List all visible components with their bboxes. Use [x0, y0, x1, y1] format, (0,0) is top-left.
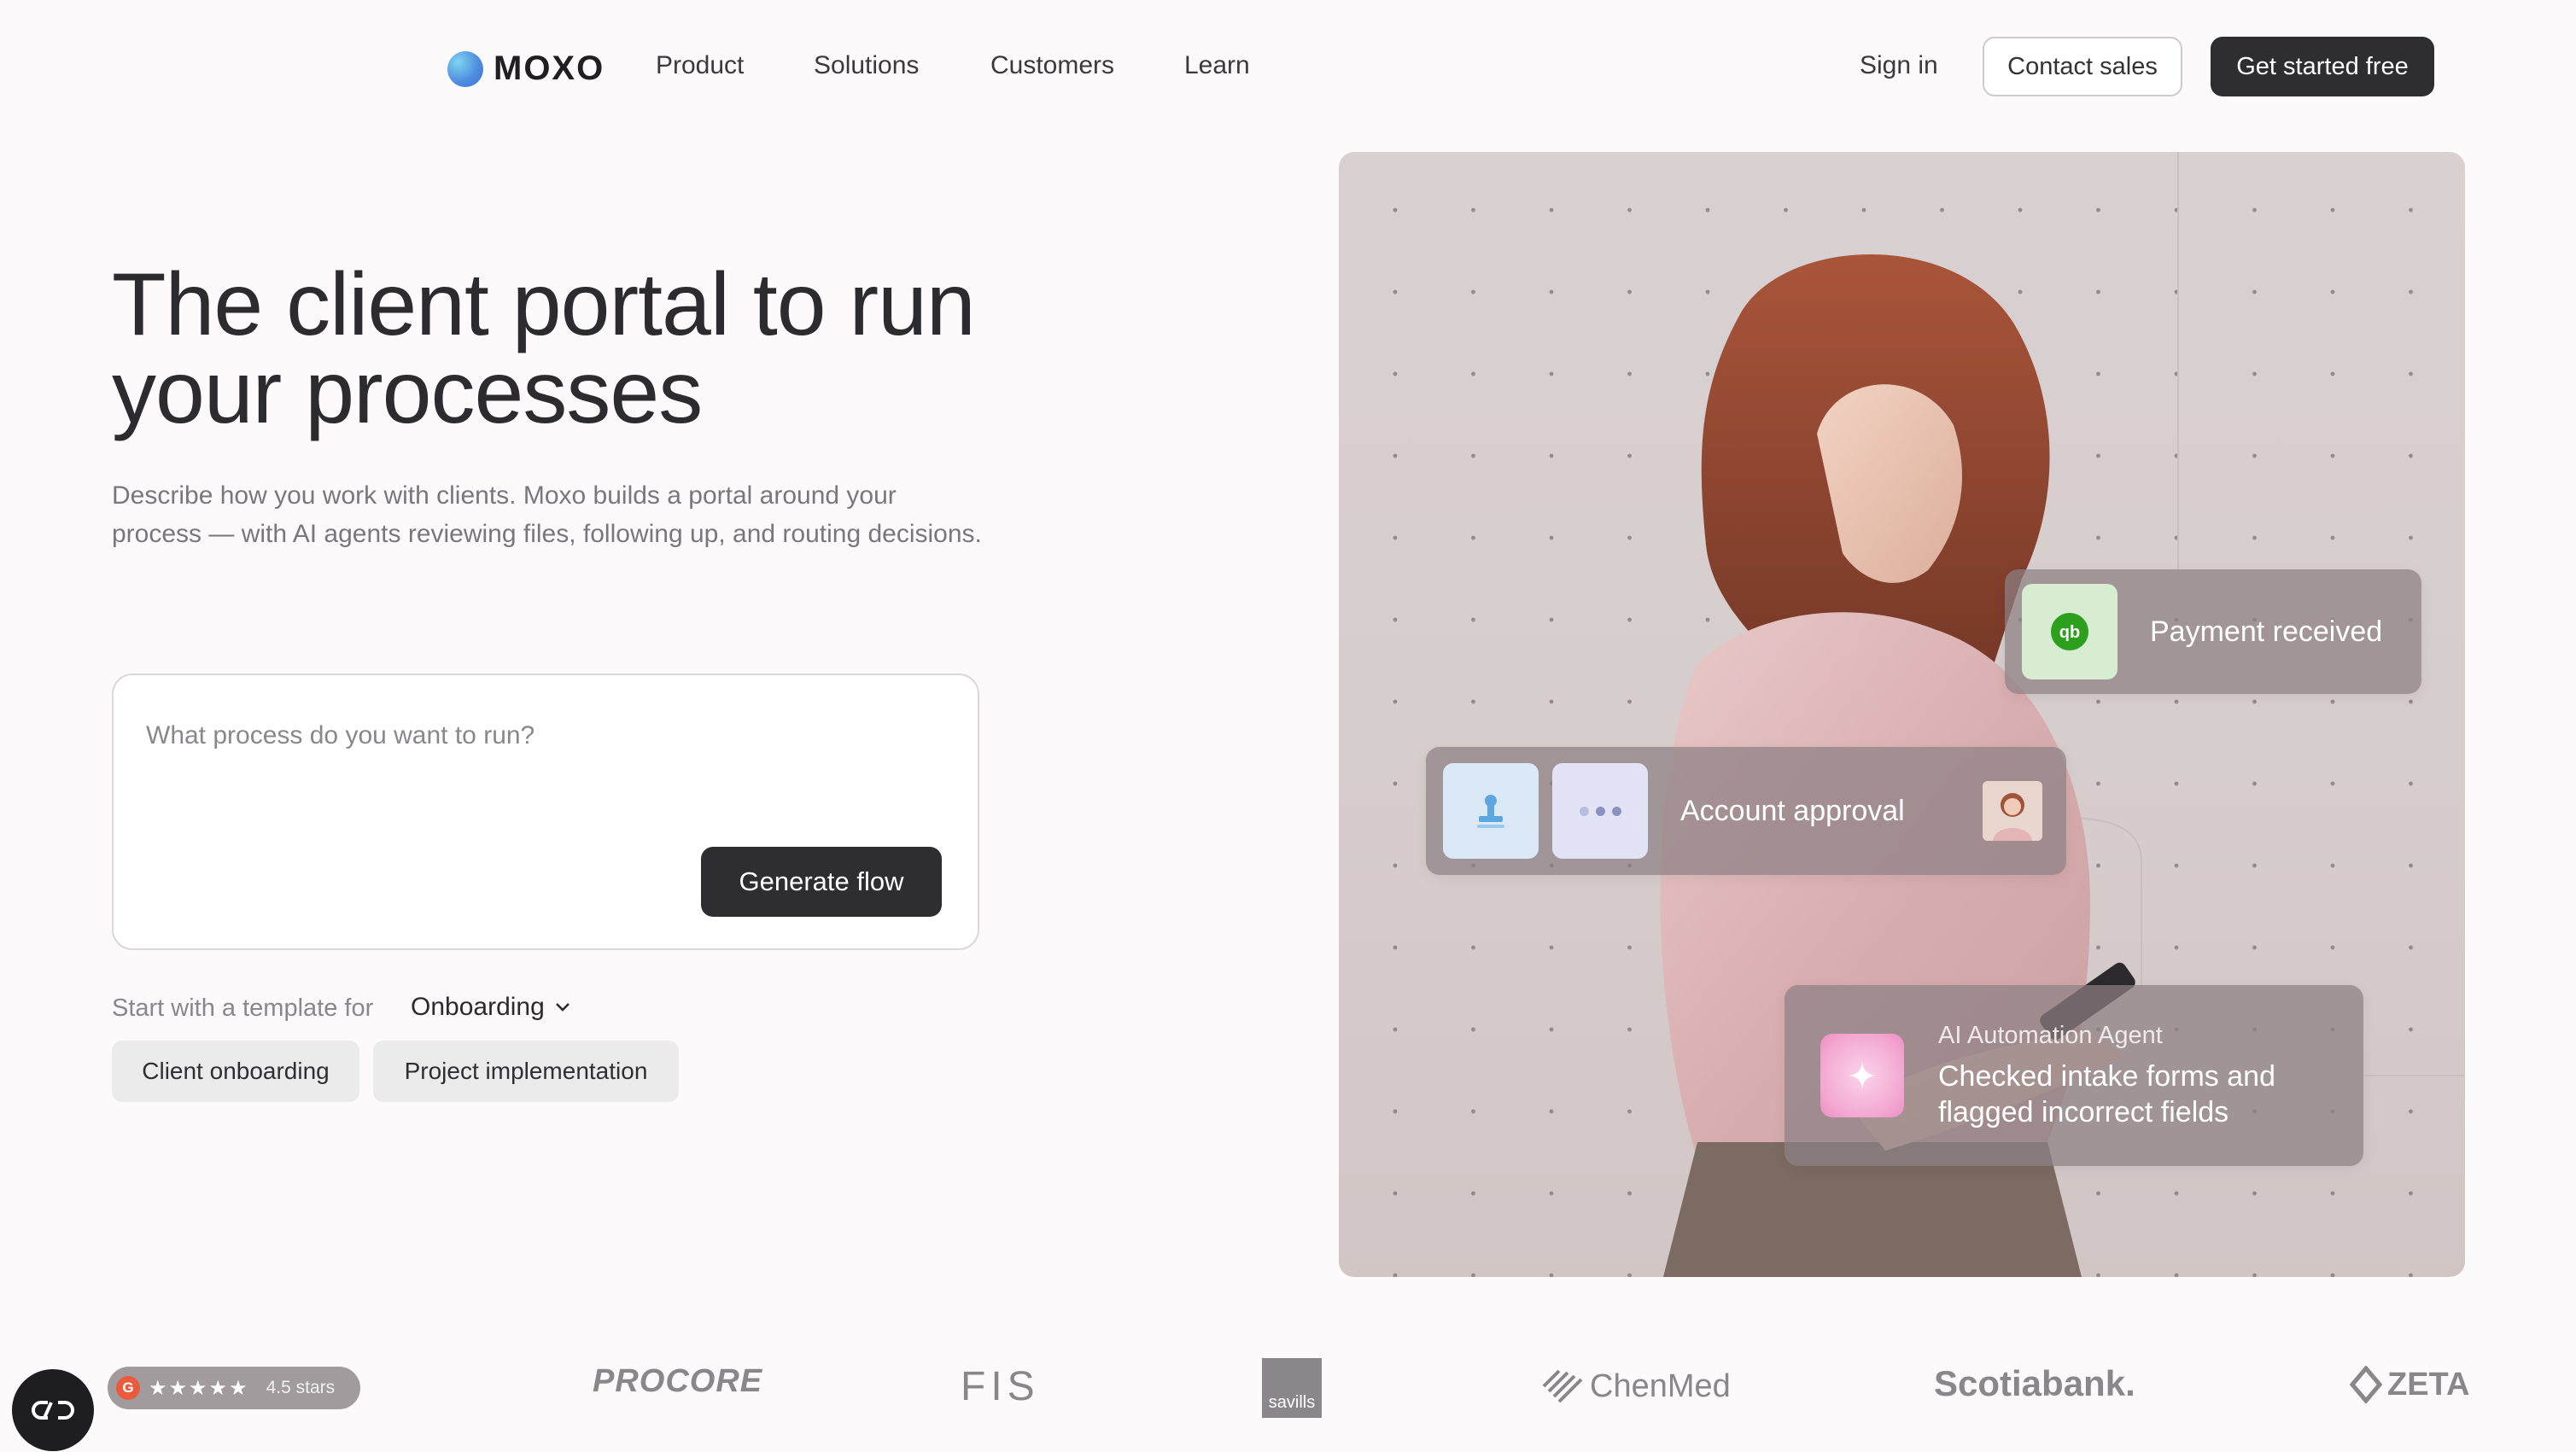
savills-text: savills	[1268, 1393, 1316, 1412]
logo-chenmed: ChenMed	[1542, 1367, 1731, 1405]
payment-received-text: Payment received	[2150, 615, 2383, 648]
chat-launcher-button[interactable]	[12, 1369, 94, 1451]
logo-text: MOXO	[494, 50, 605, 87]
ai-agent-title: AI Automation Agent	[1938, 1021, 2163, 1049]
template-chip-client-onboarding[interactable]: Client onboarding	[112, 1041, 359, 1102]
account-approval-text: Account approval	[1680, 794, 1905, 827]
ai-agent-card: AI Automation Agent Checked intake forms…	[1785, 985, 2363, 1166]
moxo-logo[interactable]: MOXO	[447, 50, 605, 88]
nav-item-product[interactable]: Product	[656, 51, 744, 80]
logo-zeta: ZETA	[2350, 1366, 2469, 1403]
g2-rating-text: 4.5 stars	[266, 1378, 336, 1397]
svg-text:qb: qb	[2059, 623, 2080, 642]
hero-title-line-2: your processes	[112, 343, 703, 442]
hero-image-panel: qb Payment received Account approval AI …	[1339, 152, 2465, 1277]
chenmed-mark-icon	[1542, 1369, 1583, 1403]
stamp-icon	[1443, 763, 1539, 859]
template-category-dropdown[interactable]: Onboarding	[411, 993, 570, 1022]
nav-item-customers[interactable]: Customers	[990, 51, 1114, 80]
template-label: Start with a template for	[112, 994, 374, 1022]
hero-title-line-1: The client portal to run	[112, 255, 976, 354]
process-prompt-box: Generate flow	[112, 674, 979, 950]
chenmed-text: ChenMed	[1590, 1367, 1731, 1404]
g2-rating-badge[interactable]: G ★★★★★ 4.5 stars	[108, 1367, 360, 1409]
hero-title: The client portal to run your processes	[112, 260, 1119, 437]
ai-agent-message: Checked intake forms and flagged incorre…	[1938, 1059, 2275, 1128]
nav-item-learn[interactable]: Learn	[1184, 51, 1250, 80]
nav-item-solutions[interactable]: Solutions	[814, 51, 919, 80]
logo-scotiabank: Scotiabank.	[1934, 1363, 2135, 1403]
rating-stars: ★★★★★	[149, 1376, 249, 1400]
hero-description: Describe how you work with clients. Moxo…	[112, 481, 982, 548]
avatar	[1983, 781, 2042, 841]
generate-flow-button[interactable]: Generate flow	[701, 847, 942, 917]
zeta-mark-icon	[2350, 1366, 2382, 1403]
zeta-text: ZETA	[2387, 1366, 2470, 1402]
sign-in-link[interactable]: Sign in	[1860, 51, 1938, 80]
get-started-button[interactable]: Get started free	[2211, 37, 2434, 96]
template-chip-project-implementation[interactable]: Project implementation	[373, 1041, 679, 1102]
g2-logo-icon: G	[116, 1376, 140, 1400]
account-approval-card: Account approval	[1426, 747, 2066, 875]
chevron-down-icon	[555, 1003, 570, 1012]
logo-fis: FIS	[961, 1364, 1040, 1409]
quickbooks-icon: qb	[2022, 584, 2117, 679]
logo-savills: savills	[1262, 1358, 1322, 1418]
chat-link-icon	[32, 1401, 74, 1420]
template-category-value: Onboarding	[411, 993, 545, 1021]
moxo-logo-icon	[447, 50, 483, 87]
payment-received-card: qb Payment received	[2005, 569, 2421, 694]
contact-sales-button[interactable]: Contact sales	[1983, 37, 2182, 96]
process-prompt-input[interactable]	[144, 709, 916, 762]
more-dots-icon	[1552, 763, 1648, 859]
sparkle-icon	[1820, 1034, 1904, 1117]
logo-procore: PROCORE	[593, 1363, 763, 1399]
